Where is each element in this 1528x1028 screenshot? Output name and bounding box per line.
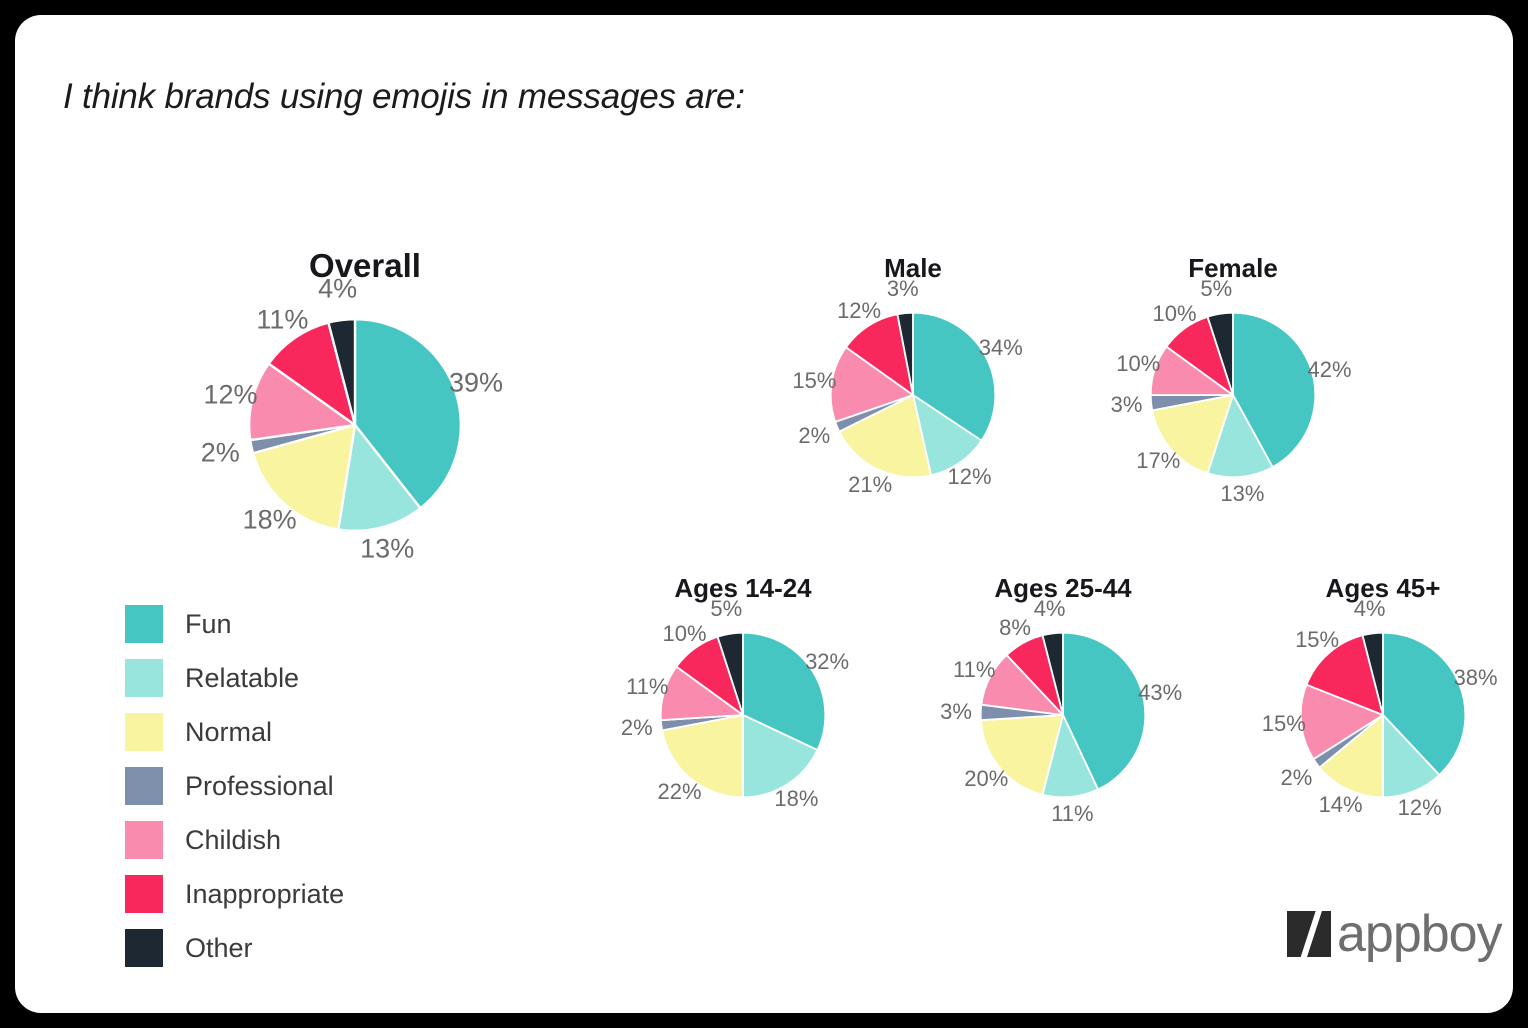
pie-slice-label: 10% [662,621,707,647]
pie-slice-label: 18% [774,786,819,812]
pie-slice-label: 12% [947,464,992,489]
legend-item: Inappropriate [125,867,344,921]
pie-slice-label: 32% [805,648,850,674]
pie-chart-ages-14-24 [659,631,827,799]
pie-slice-label: 2% [200,437,240,468]
legend-swatch-icon [125,767,163,805]
legend-swatch-icon [125,929,163,967]
pie-slice-label: 3% [886,275,919,301]
pie-slice-label: 5% [710,596,743,622]
legend-item: Relatable [125,651,344,705]
legend-swatch-icon [125,713,163,751]
pie-slice-label: 2% [620,715,653,741]
pie-slice-label: 13% [1220,481,1265,507]
pie-slice-label: 20% [964,765,1009,791]
pie-slice-label: 4% [1353,595,1386,621]
pie-slice-label: 11% [256,304,309,334]
pie-slice-label: 8% [999,614,1031,640]
legend-swatch-icon [125,821,163,859]
pie-slice-label: 3% [940,698,972,724]
legend-item: Fun [125,597,344,651]
pie-slice-label: 39% [448,367,504,398]
pie-slice-label: 2% [1280,764,1313,790]
pie-slice-label: 12% [203,379,258,410]
pie-slice-label: 15% [1261,711,1306,737]
pie-chart-male [829,311,997,479]
pie-slice-label: 15% [1295,627,1340,653]
pie-slice-label: 38% [1453,665,1498,691]
pie-slice-label: 10% [1116,351,1161,377]
chart-card: I think brands using emojis in messages … [15,15,1513,1013]
pie-svg [659,631,827,799]
legend-item: Childish [125,813,344,867]
pie-svg [829,311,997,479]
legend-swatch-icon [125,605,163,643]
pie-slice-label: 18% [242,504,297,535]
chart-legend: Fun Relatable Normal Professional Childish In… [125,597,344,975]
pie-svg [1299,631,1467,799]
pie-slice-label: 11% [1051,801,1094,827]
pie-slice-label: 13% [360,533,415,564]
pie-panel-male: Male 34% 12% 21% 2% 15% 12% 3% [760,253,1066,523]
pie-slice-label: 4% [318,273,358,303]
pie-slice-label: 11% [626,674,669,700]
legend-item: Professional [125,759,344,813]
legend-swatch-icon [125,875,163,913]
pie-slice-label: 15% [792,367,837,393]
pie-slice-label: 12% [1397,794,1442,820]
pie-title-ages-14-24: Ages 14-24 [674,573,812,603]
pie-svg [247,317,462,533]
pie-slice-label: 5% [1200,276,1233,302]
pie-panel-ages-45-plus: Ages 45+ 38% 12% 14% 2% 15% 15% 4% [1230,573,1513,843]
pie-title-overall: Overall [309,247,421,284]
legend-item: Other [125,921,344,975]
pie-slice-label: 12% [837,298,882,324]
pie-panel-female: Female 42% 13% 17% 3% 10% 10% 5% [1080,253,1386,523]
pie-slice-label: 22% [657,778,702,804]
pie-title-female: Female [1188,253,1278,283]
legend-item-label: Fun [185,608,232,639]
legend-item: Normal [125,705,344,759]
pie-slice-label: 17% [1136,447,1181,473]
pie-slice-label: 34% [978,335,1023,360]
legend-item-label: Professional [185,770,334,801]
legend-swatch-icon [125,659,163,697]
pie-panel-ages-14-24: Ages 14-24 32% 18% 22% 2% 11% 10% 5% [590,573,896,843]
pie-slice-label: 11% [952,656,996,682]
legend-item-label: Relatable [185,662,300,693]
pie-slice-label: 3% [1110,392,1143,418]
legend-item-label: Other [185,932,253,963]
pie-slice-label: 43% [1138,680,1183,706]
legend-item-label: Childish [185,824,282,855]
pie-slice-label: 21% [848,471,893,497]
legend-item-label: Inappropriate [185,878,345,909]
pie-panel-ages-25-44: Ages 25-44 43% 11% 20% 3% 11% 8% 4% [910,573,1216,843]
pie-slice-label: 4% [1033,595,1066,621]
pie-chart-overall [247,317,463,533]
pie-slice-label: 10% [1152,301,1197,327]
pie-slice-label: 42% [1307,357,1352,383]
appboy-slash-mark-icon [1287,911,1331,957]
pie-slice-label: 14% [1318,792,1363,818]
legend-item-label: Normal [185,716,273,747]
appboy-logo-text: appboy [1337,905,1503,963]
page-title: I think brands using emojis in messages … [63,77,745,116]
pie-slice-label: 2% [798,423,831,449]
pie-panel-overall: Overall 39% 13% 18% 2% 12% 11% 4% [165,247,565,587]
appboy-logo: appboy [1287,905,1503,963]
pie-chart-ages-45-plus [1299,631,1467,799]
